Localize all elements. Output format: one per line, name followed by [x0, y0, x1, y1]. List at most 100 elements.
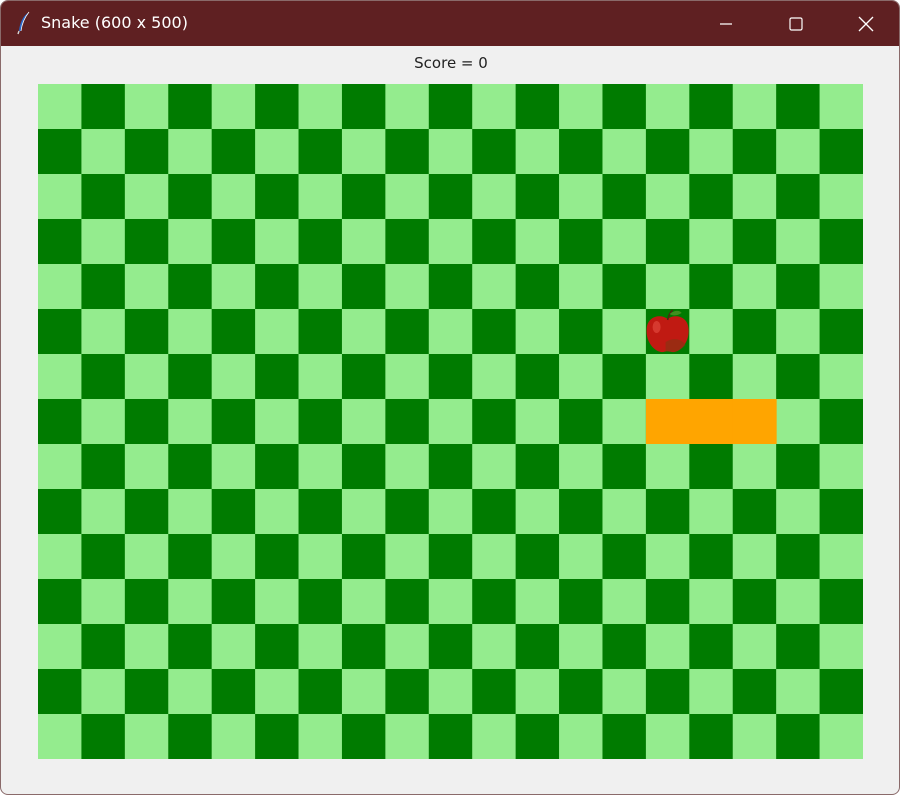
board-cell	[819, 489, 863, 535]
board-cell	[472, 624, 517, 670]
board-cell	[168, 219, 213, 265]
board-cell	[211, 129, 256, 175]
maximize-button[interactable]	[761, 1, 831, 46]
board-cell	[81, 219, 126, 265]
board-cell	[428, 579, 473, 625]
board-cell	[168, 444, 213, 490]
board-cell	[515, 489, 560, 535]
board-cell	[645, 444, 690, 490]
board-cell	[515, 669, 560, 715]
board-cell	[124, 309, 169, 355]
board-cell	[168, 264, 213, 310]
board-cell	[81, 534, 126, 580]
board-cell	[38, 174, 82, 220]
title-bar[interactable]: Snake (600 x 500)	[1, 1, 899, 46]
board-cell	[732, 714, 777, 759]
board-cell	[515, 534, 560, 580]
board-cell	[559, 489, 603, 535]
board-cell	[341, 534, 386, 580]
board-cell	[298, 669, 343, 715]
board-cell	[732, 174, 777, 220]
game-board-canvas[interactable]	[38, 84, 863, 759]
board-cell	[645, 579, 690, 625]
board-cell	[689, 534, 734, 580]
board-cell	[472, 669, 517, 715]
board-cell	[298, 354, 343, 400]
board-cell	[81, 129, 126, 175]
board-cell	[776, 129, 821, 175]
close-icon	[858, 16, 874, 31]
board-cell	[341, 714, 386, 759]
board-cell	[776, 624, 821, 670]
board-cell	[255, 534, 300, 580]
close-button[interactable]	[831, 1, 899, 46]
board-cell	[211, 534, 256, 580]
board-cell	[689, 579, 734, 625]
board-cell	[255, 444, 300, 490]
board-cell	[38, 354, 82, 400]
board-cell	[255, 624, 300, 670]
board-cell	[38, 714, 82, 759]
board-cell	[124, 399, 169, 445]
board-cell	[38, 309, 82, 355]
board-cell	[515, 174, 560, 220]
board-cell	[81, 399, 126, 445]
board-cell	[341, 84, 386, 130]
game-window: Snake (600 x 500) Score = 0	[0, 0, 900, 795]
board-cell	[689, 714, 734, 759]
board-cell	[559, 669, 603, 715]
game-board[interactable]	[38, 84, 863, 759]
board-cell	[559, 309, 603, 355]
board-cell	[38, 489, 82, 535]
board-cell	[732, 444, 777, 490]
board-cell	[559, 219, 603, 265]
board-cell	[385, 669, 430, 715]
maximize-icon	[789, 16, 803, 31]
board-cell	[168, 174, 213, 220]
board-cell	[645, 669, 690, 715]
board-cell	[168, 624, 213, 670]
board-cell	[689, 309, 734, 355]
board-cell	[645, 714, 690, 759]
board-cell	[559, 579, 603, 625]
board-cell	[559, 444, 603, 490]
board-cell	[602, 264, 647, 310]
board-cell	[124, 489, 169, 535]
board-cell	[124, 174, 169, 220]
board-cell	[689, 489, 734, 535]
board-cell	[168, 579, 213, 625]
board-cell	[559, 714, 603, 759]
board-cell	[211, 84, 256, 130]
board-cell	[428, 714, 473, 759]
board-cell	[689, 444, 734, 490]
board-cell	[81, 354, 126, 400]
board-cell	[515, 129, 560, 175]
board-cell	[81, 669, 126, 715]
board-cell	[38, 669, 82, 715]
board-cell	[428, 669, 473, 715]
minimize-button[interactable]	[691, 1, 761, 46]
board-cell	[472, 399, 517, 445]
board-cell	[341, 174, 386, 220]
board-cell	[472, 489, 517, 535]
board-cell	[732, 534, 777, 580]
board-cell	[515, 444, 560, 490]
board-cell	[211, 264, 256, 310]
board-cell	[341, 264, 386, 310]
board-cell	[298, 174, 343, 220]
board-cell	[776, 309, 821, 355]
board-cell	[38, 579, 82, 625]
board-cell	[385, 354, 430, 400]
board-cell	[81, 444, 126, 490]
board-cell	[602, 579, 647, 625]
board-cell	[515, 354, 560, 400]
board-cell	[472, 444, 517, 490]
board-cell	[124, 669, 169, 715]
board-cell	[428, 399, 473, 445]
board-cell	[515, 264, 560, 310]
board-cell	[559, 264, 603, 310]
minimize-icon	[720, 22, 732, 25]
board-cell	[385, 489, 430, 535]
board-cell	[298, 489, 343, 535]
board-cell	[689, 624, 734, 670]
